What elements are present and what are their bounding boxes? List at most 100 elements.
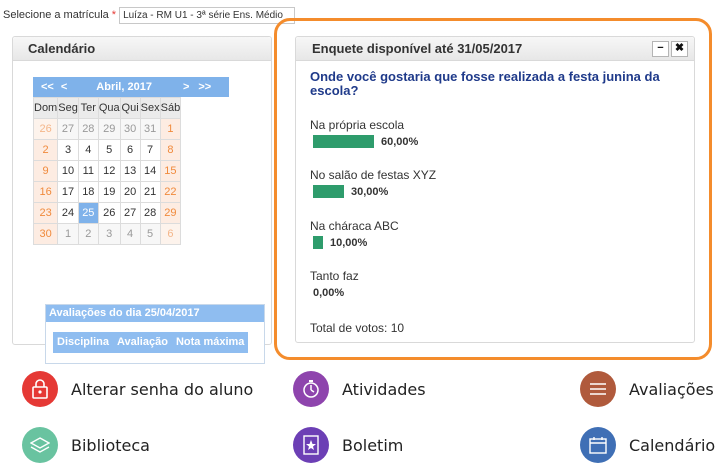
- report-icon: [293, 427, 329, 463]
- calendar-day[interactable]: 4: [77, 139, 99, 161]
- poll-option-label: Na cháraca ABC: [310, 219, 399, 233]
- calendar-day[interactable]: 10: [57, 160, 79, 182]
- shortcut-label: Boletim: [342, 435, 404, 455]
- calendar-title: Calendário: [13, 37, 271, 61]
- calendar-day[interactable]: 21: [139, 181, 161, 203]
- calendar-day[interactable]: 1: [159, 118, 182, 140]
- calendar-day[interactable]: 3: [97, 223, 121, 245]
- calendar-day[interactable]: 17: [57, 181, 79, 203]
- calendar-day[interactable]: 30: [32, 223, 59, 245]
- shortcut-calendar[interactable]: Calendário: [580, 427, 715, 463]
- enrollment-selector-row: Selecione a matrícula * Luíza - RM U1 - …: [3, 6, 296, 24]
- calendar-day[interactable]: 1: [57, 223, 79, 245]
- calendar-icon: [580, 427, 616, 463]
- calendar-day[interactable]: 28: [77, 118, 99, 140]
- calendar-day[interactable]: 26: [97, 202, 121, 224]
- timer-icon: [293, 371, 329, 407]
- shortcut-evaluations[interactable]: Avaliações: [580, 371, 714, 407]
- calendar-day-selected[interactable]: 25: [77, 202, 99, 224]
- calendar-day[interactable]: 18: [77, 181, 99, 203]
- calendar-panel: Calendário << < Abril, 2017 > >> Dom Seg T…: [12, 36, 272, 364]
- calendar-grid: Dom Seg Ter Qua Qui Sex Sáb 26 27 28 29 30 31 1 2 3 4 5 6…: [32, 77, 182, 245]
- weekday-header: Seg: [57, 97, 79, 119]
- list-icon: [580, 371, 616, 407]
- calendar-day[interactable]: 2: [77, 223, 99, 245]
- poll-question: Onde você gostaria que fosse realizada a…: [310, 69, 660, 98]
- calendar-day[interactable]: 5: [139, 223, 161, 245]
- minimize-button[interactable]: −: [652, 41, 669, 57]
- calendar-day[interactable]: 29: [159, 202, 182, 224]
- weekday-header: Qua: [97, 97, 121, 119]
- poll-option-label: Na própria escola: [310, 118, 405, 132]
- calendar-day[interactable]: 31: [139, 118, 161, 140]
- poll-result: 30,00%: [313, 185, 388, 198]
- calendar-day[interactable]: 22: [159, 181, 182, 203]
- calendar-day[interactable]: 23: [32, 202, 59, 224]
- shortcut-activities[interactable]: Atividades: [293, 371, 426, 407]
- poll-header: Enquete disponível até 31/05/2017 − ✖: [296, 37, 694, 61]
- weekday-header: Sáb: [159, 97, 182, 119]
- poll-percent: 10,00%: [330, 236, 368, 249]
- shortcut-change-password[interactable]: Alterar senha do aluno: [22, 371, 253, 407]
- poll-result: 60,00%: [313, 135, 418, 148]
- calendar-day[interactable]: 27: [57, 118, 79, 140]
- shortcut-library[interactable]: Biblioteca: [22, 427, 150, 463]
- calendar-day[interactable]: 8: [159, 139, 182, 161]
- shortcut-label: Calendário: [629, 435, 716, 455]
- evaluations-title: Avaliações do dia 25/04/2017: [46, 305, 264, 322]
- calendar-day[interactable]: 9: [32, 160, 59, 182]
- calendar-day[interactable]: 16: [32, 181, 59, 203]
- evaluations-box: Avaliações do dia 25/04/2017 Disciplina …: [45, 304, 265, 364]
- calendar-day[interactable]: 29: [97, 118, 121, 140]
- shortcut-label: Biblioteca: [71, 435, 150, 455]
- shortcut-label: Avaliações: [629, 379, 714, 399]
- calendar-day[interactable]: 11: [77, 160, 99, 182]
- poll-result: 0,00%: [313, 286, 344, 299]
- next-month-button[interactable]: >: [183, 81, 189, 93]
- required-marker: *: [111, 9, 117, 21]
- calendar-day[interactable]: 12: [97, 160, 121, 182]
- column-nota-maxima: Nota máxima: [175, 336, 245, 348]
- next-year-button[interactable]: >>: [198, 81, 211, 93]
- calendar-day[interactable]: 24: [57, 202, 79, 224]
- shortcut-report-card[interactable]: Boletim: [293, 427, 403, 463]
- calendar-day[interactable]: 14: [139, 160, 161, 182]
- poll-bar: [313, 135, 374, 148]
- calendar-day[interactable]: 4: [119, 223, 141, 245]
- weekday-header: Sex: [139, 97, 161, 119]
- poll-option-label: Tanto faz: [310, 269, 359, 283]
- calendar-day[interactable]: 7: [139, 139, 161, 161]
- poll-percent: 0,00%: [313, 286, 345, 299]
- layers-icon: [22, 427, 58, 463]
- evaluations-columns: Disciplina Avaliação Nota máxima: [53, 332, 249, 353]
- poll-result: 10,00%: [313, 236, 367, 249]
- poll-percent: 30,00%: [351, 185, 389, 198]
- poll-option-label: No salão de festas XYZ: [310, 168, 437, 182]
- calendar-day[interactable]: 13: [119, 160, 141, 182]
- calendar-day[interactable]: 2: [32, 139, 59, 161]
- weekday-header: Dom: [32, 97, 59, 119]
- calendar-day[interactable]: 30: [119, 118, 141, 140]
- weekday-header: Ter: [77, 97, 99, 119]
- calendar-day[interactable]: 6: [119, 139, 141, 161]
- calendar-day[interactable]: 15: [159, 160, 182, 182]
- calendar-day[interactable]: 27: [119, 202, 141, 224]
- calendar-day[interactable]: 19: [97, 181, 121, 203]
- shortcut-label: Atividades: [342, 379, 426, 399]
- calendar-day[interactable]: 20: [119, 181, 141, 203]
- column-avaliacao: Avaliação: [116, 336, 168, 348]
- weekday-header: Qui: [119, 97, 141, 119]
- enrollment-select[interactable]: Luíza - RM U1 - 3ª série Ens. Médio: [119, 6, 296, 24]
- calendar-day[interactable]: 6: [159, 223, 182, 245]
- poll-bar: [313, 236, 323, 249]
- poll-total-votes: Total de votos: 10: [310, 321, 405, 335]
- calendar-day[interactable]: 5: [97, 139, 121, 161]
- poll-title: Enquete disponível até 31/05/2017: [312, 41, 523, 56]
- close-button[interactable]: ✖: [671, 41, 688, 57]
- calendar-day[interactable]: 26: [32, 118, 59, 140]
- column-disciplina: Disciplina: [57, 336, 109, 348]
- calendar-day[interactable]: 28: [139, 202, 161, 224]
- shortcut-label: Alterar senha do aluno: [71, 379, 254, 399]
- poll-panel: Enquete disponível até 31/05/2017 − ✖ On…: [295, 36, 695, 343]
- calendar-day[interactable]: 3: [57, 139, 79, 161]
